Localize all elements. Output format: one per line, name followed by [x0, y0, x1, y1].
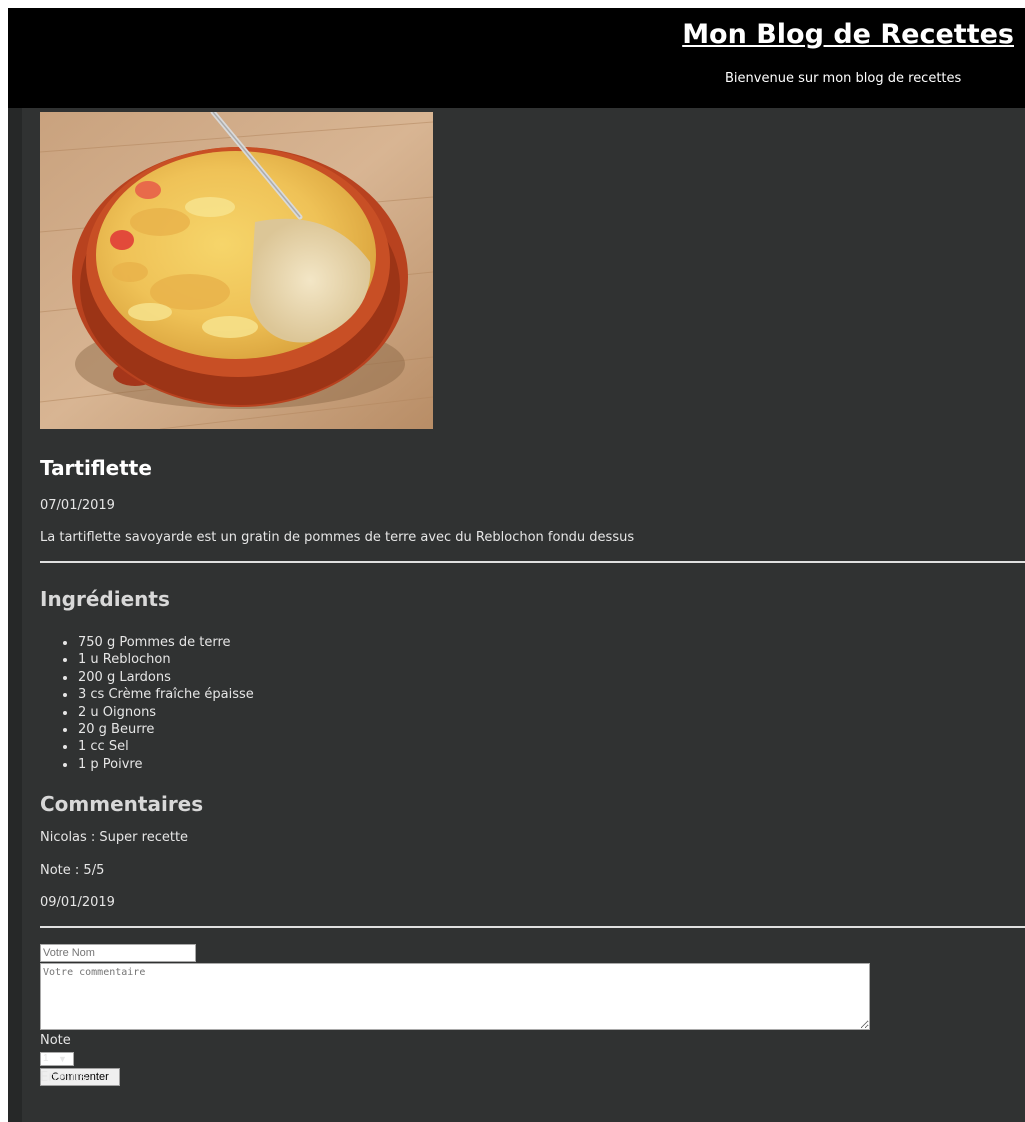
- ingredient-item: 200 g Lardons: [63, 669, 254, 686]
- comment-textarea[interactable]: [40, 963, 870, 1030]
- comment-text: Nicolas : Super recette: [40, 830, 189, 845]
- ingredient-item: 3 cs Crème fraîche épaisse: [63, 687, 254, 703]
- ingredient-item: 1 cc Sel: [63, 738, 254, 755]
- site-subtitle: Bienvenue sur mon blog de recettes: [725, 71, 962, 86]
- ingredient-item: 1 p Poivre: [63, 756, 254, 773]
- name-input[interactable]: [40, 944, 196, 962]
- ingredient-item: 20 g Beurre: [63, 721, 254, 738]
- dropdown-arrow-icon: ▼: [58, 1054, 67, 1064]
- ingredient-item: 2 u Oignons: [63, 704, 254, 721]
- recipe-title: Tartiflette: [40, 456, 152, 480]
- recipe-description: La tartiflette savoyarde est un gratin d…: [40, 530, 635, 545]
- ingredient-item: 1 u Reblochon: [63, 651, 254, 668]
- tartiflette-photo: [40, 112, 433, 429]
- errors-label: Erreurs: [40, 1070, 87, 1085]
- site-title-link[interactable]: Mon Blog de Recettes: [682, 18, 1014, 52]
- recipe-article: Tartiflette 07/01/2019 La tartiflette sa…: [40, 112, 1025, 1086]
- ingredient-item: 750 g Pommes de terre: [63, 634, 254, 651]
- ingredients-list: 750 g Pommes de terre 1 u Reblochon 200 …: [40, 634, 254, 773]
- note-label: Note: [40, 1033, 71, 1048]
- page: Mon Blog de Recettes Bienvenue sur mon b…: [8, 8, 1025, 1122]
- recipe-date: 07/01/2019: [40, 498, 115, 513]
- divider: [40, 561, 1025, 563]
- comment-date: 09/01/2019: [40, 895, 115, 910]
- left-margin-strip: [8, 108, 22, 1122]
- comment-rating: Note : 5/5: [40, 863, 105, 878]
- note-select-value: 1: [43, 1053, 49, 1064]
- ingredients-heading: Ingrédients: [40, 587, 170, 611]
- divider: [40, 926, 1025, 928]
- note-select[interactable]: 1 ▼: [40, 1052, 74, 1066]
- site-header: Mon Blog de Recettes Bienvenue sur mon b…: [8, 8, 1025, 108]
- comments-heading: Commentaires: [40, 792, 204, 816]
